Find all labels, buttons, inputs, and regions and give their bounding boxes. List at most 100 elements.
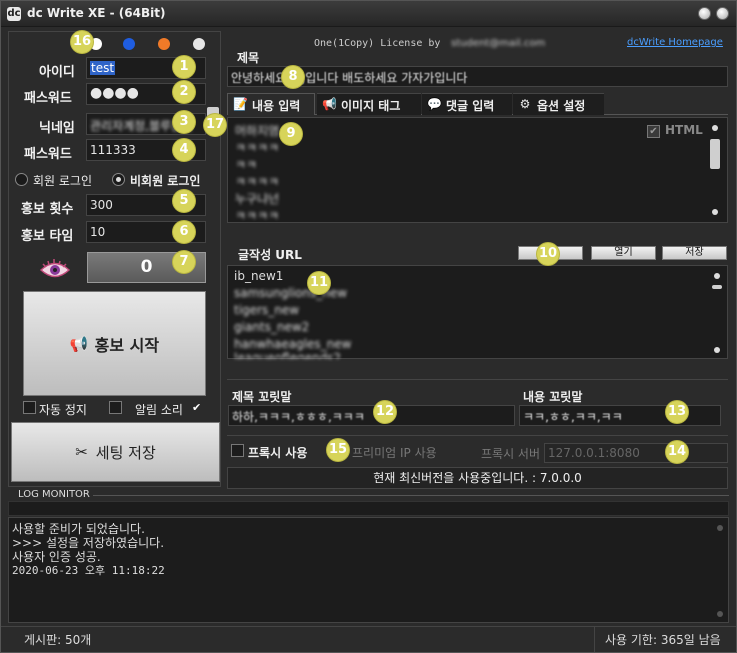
- url-item[interactable]: giants_new2: [234, 320, 309, 334]
- tab-options[interactable]: ⚙ 옵션 설정: [513, 93, 604, 115]
- eye-icon[interactable]: [39, 259, 71, 281]
- annotation-badge: 16: [71, 31, 93, 53]
- megaphone-icon: 📢: [322, 97, 337, 111]
- content-tail-input[interactable]: ㅋㅋ,ㅎㅎ,ㅋㅋ,ㅋㅋ: [519, 405, 721, 426]
- alarm-check-icon: ✔: [192, 401, 202, 414]
- app-window: dc dc Write XE - (64Bit) 아이디 test 패스워드 ●…: [0, 0, 737, 653]
- close-button[interactable]: [716, 7, 729, 20]
- member-login-label: 회원 로그인: [33, 174, 93, 188]
- auto-stop-label: 자동 정지: [39, 403, 87, 417]
- url-item[interactable]: leagueoflegends2: [234, 351, 341, 359]
- annotation-badge: 6: [173, 221, 195, 243]
- save-settings-button[interactable]: ✂ 세팅 저장: [11, 422, 220, 482]
- start-promo-label: 홍보 시작: [94, 335, 160, 355]
- annotation-badge: 2: [173, 81, 195, 103]
- title-value: 안녕하세요 gg입니다 배도하세요 가자가입니다: [231, 71, 468, 85]
- scroll-down-icon[interactable]: [712, 209, 718, 215]
- version-status: 현재 최신버전을 사용중입니다. : 7.0.0.0: [227, 467, 728, 489]
- board-count: 게시판: 50개: [24, 633, 92, 647]
- annotation-badge: 13: [666, 401, 688, 423]
- promo-time-label: 홍보 타임: [21, 229, 74, 244]
- scroll-thumb[interactable]: [712, 285, 722, 289]
- password-label: 패스워드: [24, 91, 72, 106]
- homepage-link[interactable]: dcWrite Homepage: [627, 37, 723, 48]
- url-item[interactable]: samsunglions_new: [234, 286, 347, 300]
- license-text: One(1Copy) License by: [314, 38, 441, 49]
- tab-comment-input[interactable]: 💬 댓글 입력: [422, 93, 512, 115]
- annotation-badge: 5: [173, 190, 195, 212]
- url-item[interactable]: ib_new1: [234, 269, 283, 283]
- scroll-up-icon[interactable]: [717, 525, 723, 531]
- divider: [594, 626, 595, 652]
- annotation-badge: 3: [173, 111, 195, 133]
- tab-label: 내용 입력: [252, 99, 301, 113]
- divider: [227, 379, 728, 380]
- chat-icon: 💬: [427, 97, 442, 111]
- annotation-badge: 11: [308, 272, 330, 294]
- orange-dot[interactable]: [158, 38, 170, 50]
- content-line: 머하지염: [235, 124, 280, 138]
- content-line: ㅋㅋ: [235, 158, 258, 172]
- annotation-badge: 7: [173, 251, 195, 273]
- url-label: 글작성 URL: [238, 248, 302, 262]
- scroll-up-icon[interactable]: [714, 273, 720, 279]
- promo-count-label: 홍보 횟수: [21, 202, 74, 217]
- save-url-button[interactable]: 저장: [662, 246, 727, 260]
- scroll-thumb[interactable]: [710, 139, 720, 169]
- start-promo-button[interactable]: 📢 홍보 시작: [23, 291, 206, 396]
- title-tail-input[interactable]: 하하,ㅋㅋㅋ,ㅎㅎㅎ,ㅋㅋㅋ: [228, 405, 515, 426]
- megaphone-icon: 📢: [69, 334, 89, 353]
- nickname-label: 닉네임: [39, 121, 75, 136]
- content-line: ㅋㅋㅋㅋ: [235, 175, 280, 189]
- content-scrollbar[interactable]: [708, 119, 722, 221]
- content-tail-value: ㅋㅋ,ㅎㅎ,ㅋㅋ,ㅋㅋ: [523, 410, 623, 424]
- scroll-down-icon[interactable]: [714, 347, 720, 353]
- member-login-radio[interactable]: [15, 173, 28, 186]
- blue-dot[interactable]: [123, 38, 135, 50]
- annotation-badge: 4: [173, 139, 195, 161]
- alarm-label: 알림 소리: [135, 403, 183, 417]
- log-toolbar: [8, 501, 729, 516]
- open-url-button[interactable]: 열기: [591, 246, 656, 260]
- url-item[interactable]: tigers_new: [234, 303, 299, 317]
- id-label: 아이디: [39, 65, 75, 80]
- content-line: ㅋㅋㅋㅋ: [235, 141, 280, 155]
- content-line: ㅋㅋㅋㅋ: [235, 209, 280, 223]
- proxy-checkbox[interactable]: [231, 444, 244, 457]
- annotation-badge: 17: [204, 114, 226, 136]
- scroll-up-icon[interactable]: [712, 125, 718, 131]
- tools-icon: ✂: [75, 443, 88, 461]
- license-owner: student@mail.com: [451, 38, 546, 49]
- proxy-use-label: 프록시 사용: [248, 446, 308, 460]
- tab-image-tag[interactable]: 📢 이미지 태그: [317, 93, 421, 115]
- gray-dot[interactable]: [193, 38, 205, 50]
- annotation-badge: 12: [374, 401, 396, 423]
- guest-login-radio[interactable]: [112, 173, 125, 186]
- log-scrollbar[interactable]: [713, 519, 727, 621]
- log-line: 2020-06-23 오후 11:18:22: [12, 564, 165, 577]
- scroll-down-icon[interactable]: [717, 611, 723, 617]
- gear-icon: ⚙: [519, 97, 531, 111]
- proxy-server-input[interactable]: 127.0.0.1:8080: [544, 443, 728, 463]
- url-scrollbar[interactable]: [710, 267, 724, 357]
- annotation-badge: 15: [327, 439, 349, 461]
- guest-login-label: 비회원 로그인: [130, 174, 201, 188]
- tab-label: 옵션 설정: [537, 99, 586, 113]
- title-label: 제목: [237, 51, 260, 65]
- log-monitor-title: LOG MONITOR: [18, 489, 90, 500]
- tab-content-input[interactable]: 📝 내용 입력: [227, 93, 315, 115]
- html-checkbox[interactable]: ✔: [647, 125, 660, 138]
- title-tail-label: 제목 꼬릿말: [232, 390, 292, 404]
- tab-label: 이미지 태그: [341, 99, 401, 113]
- annotation-badge: 14: [666, 441, 688, 463]
- auto-stop-checkbox[interactable]: [23, 401, 36, 414]
- title-bar: dc dc Write XE - (64Bit): [1, 1, 736, 27]
- minimize-button[interactable]: [698, 7, 711, 20]
- url-item[interactable]: hanwhaeagles_new: [234, 337, 351, 351]
- window-title: dc Write XE - (64Bit): [27, 6, 166, 20]
- annotation-badge: 10: [537, 243, 559, 265]
- alarm-checkbox[interactable]: [109, 401, 122, 414]
- app-icon: dc: [7, 7, 21, 21]
- title-tail-value: 하하,ㅋㅋㅋ,ㅎㅎㅎ,ㅋㅋㅋ: [232, 410, 365, 424]
- annotation-badge: 9: [280, 123, 302, 145]
